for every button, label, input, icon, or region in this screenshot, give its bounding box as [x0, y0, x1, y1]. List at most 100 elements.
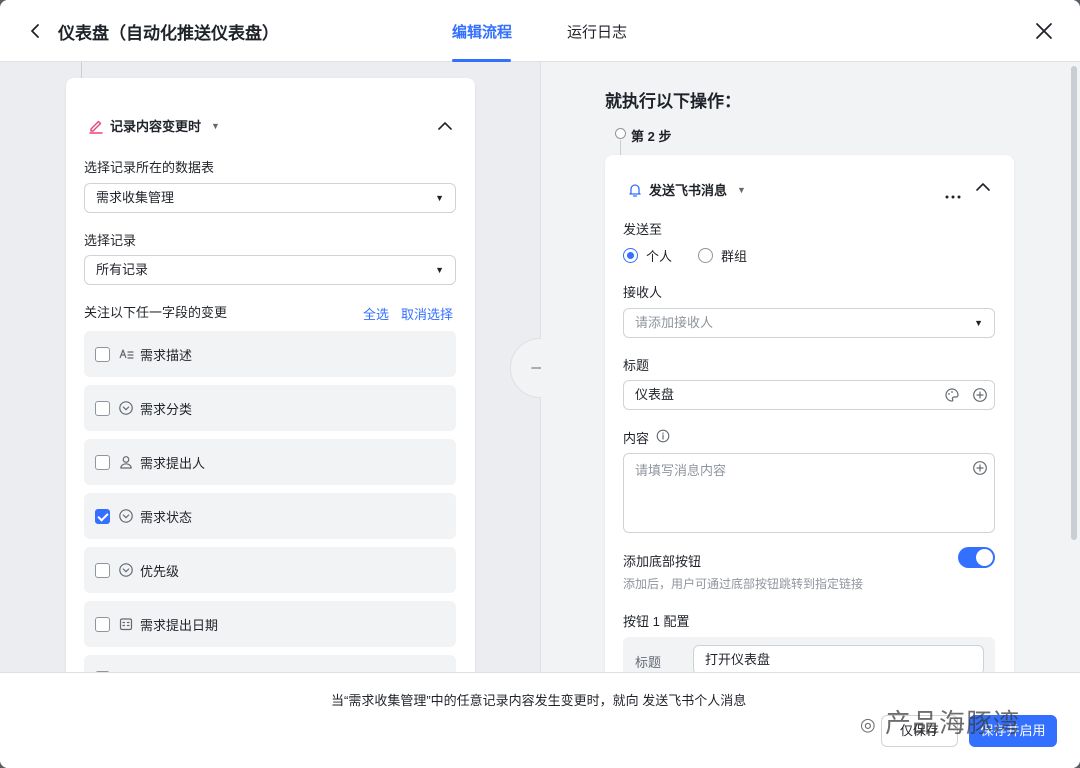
field-name: 需求提出人: [140, 455, 206, 471]
text-field-icon: [118, 346, 134, 362]
collapse-action-button[interactable]: [973, 177, 993, 197]
field-checkbox[interactable]: [95, 508, 110, 524]
trigger-area: 记录内容变更时 ▼ 选择记录所在的数据表 需求收集管理 ▼ 选择记录 所有记录 …: [0, 62, 540, 672]
deselect-link[interactable]: 取消选择: [401, 304, 453, 323]
more-options-button[interactable]: [943, 187, 963, 207]
table-select[interactable]: 需求收集管理 ▼: [84, 183, 456, 213]
title-input[interactable]: 仪表盘: [623, 380, 995, 410]
button-config-label: 按钮 1 配置: [623, 614, 690, 629]
table-label: 选择记录所在的数据表: [84, 160, 215, 175]
person-icon: [118, 454, 134, 470]
button-title-value: 打开仪表盘: [705, 652, 771, 667]
automation-modal: 仪表盘（自动化推送仪表盘） 编辑流程 运行日志 记录内容变更时 ▼ 选择记录所在…: [0, 0, 1080, 768]
single-select-icon: [118, 400, 134, 416]
trigger-name: 记录内容变更时: [110, 119, 202, 134]
trigger-card: 记录内容变更时 ▼ 选择记录所在的数据表 需求收集管理 ▼ 选择记录 所有记录 …: [66, 78, 475, 672]
chevron-up-icon: [976, 183, 990, 191]
content-label: 内容: [623, 431, 650, 446]
flow-summary: 当“需求收集管理”中的任意记录内容发生变更时，就向 发送飞书个人消息: [331, 693, 747, 708]
modal-footer: 当“需求收集管理”中的任意记录内容发生变更时，就向 发送飞书个人消息 仅保存 保…: [0, 672, 1080, 768]
bottom-button-toggle[interactable]: [958, 547, 995, 568]
field-option[interactable]: 需求状态: [84, 493, 456, 539]
field-checkbox[interactable]: [95, 346, 110, 362]
radio-button[interactable]: [623, 248, 638, 263]
field-checkbox[interactable]: [95, 562, 110, 578]
bottom-button-label: 添加底部按钮: [623, 554, 702, 569]
tab-edit-flow[interactable]: 编辑流程: [452, 21, 512, 42]
caret-down-icon: ▼: [974, 318, 983, 328]
field-option[interactable]: 需求提出人: [84, 439, 456, 485]
send-to-label: 发送至: [623, 222, 663, 237]
connector-line: [81, 62, 82, 78]
field-name: 优先级: [140, 563, 180, 579]
recipient-label: 接收人: [623, 285, 663, 300]
button-title-input[interactable]: 打开仪表盘: [693, 645, 984, 672]
back-button[interactable]: [24, 19, 48, 43]
title-label: 标题: [623, 358, 650, 373]
field-option[interactable]: 需求分类: [84, 385, 456, 431]
wechat-logo-icon: ◎: [860, 714, 877, 735]
radio-group-chat[interactable]: 群组: [698, 246, 747, 265]
action-card: 发送飞书消息 ▼ 发送至 个人 群组 接收人 请添加接收人 ▼ 标题 仪表盘 内…: [605, 155, 1014, 672]
radio-label: 群组: [721, 249, 748, 264]
action-name: 发送飞书消息: [649, 183, 728, 198]
recipient-select[interactable]: 请添加接收人 ▼: [623, 308, 995, 338]
radio-label: 个人: [646, 249, 673, 264]
add-variable-icon[interactable]: [972, 460, 988, 476]
bottom-button-hint: 添加后，用户可通过底部按钮跳转到指定链接: [623, 577, 864, 591]
caret-down-icon: ▼: [435, 193, 444, 203]
add-variable-icon[interactable]: [972, 387, 988, 403]
field-checkbox[interactable]: [95, 400, 110, 416]
step-label: 第 2 步: [631, 129, 672, 144]
field-option[interactable]: 优先级: [84, 547, 456, 593]
record-select[interactable]: 所有记录 ▼: [84, 255, 456, 285]
date-icon: [118, 616, 134, 632]
step-marker: [615, 128, 626, 139]
action-section-title: 就执行以下操作：: [605, 92, 741, 111]
chevron-up-icon: [438, 122, 452, 130]
table-select-value: 需求收集管理: [96, 190, 175, 205]
field-option[interactable]: 需求描述: [84, 331, 456, 377]
field-name: 需求状态: [140, 509, 193, 525]
single-select-icon: [118, 508, 134, 524]
save-and-enable-button[interactable]: 保存并启用: [969, 715, 1057, 747]
content-textarea[interactable]: 请填写消息内容: [623, 453, 995, 533]
caret-down-icon: ▼: [435, 265, 444, 275]
more-horizontal-icon: [945, 195, 961, 199]
info-icon[interactable]: [656, 429, 672, 445]
chevron-left-icon: [31, 24, 39, 38]
field-name: 需求分类: [140, 401, 193, 417]
recipient-placeholder: 请添加接收人: [635, 315, 714, 330]
button-config-panel: 标题 打开仪表盘: [623, 637, 995, 672]
title-input-value: 仪表盘: [635, 387, 675, 402]
scrollbar[interactable]: [1071, 66, 1077, 540]
watch-fields-label: 关注以下任一字段的变更: [84, 305, 228, 320]
field-option[interactable]: 预计/实际完成时间: [84, 655, 456, 672]
field-name: 需求提出日期: [140, 617, 219, 633]
send-to-radio-group: 个人 群组: [623, 246, 747, 265]
content-placeholder: 请填写消息内容: [635, 463, 727, 478]
caret-down-icon: ▼: [737, 184, 746, 195]
close-button[interactable]: [1032, 19, 1056, 43]
tab-run-log[interactable]: 运行日志: [567, 21, 627, 42]
edit-record-icon: [89, 120, 103, 134]
single-select-icon: [118, 562, 134, 578]
bell-icon: [629, 183, 641, 197]
field-checkbox[interactable]: [95, 616, 110, 632]
palette-icon[interactable]: [944, 387, 960, 403]
modal-header: 仪表盘（自动化推送仪表盘） 编辑流程 运行日志: [0, 0, 1080, 62]
radio-button[interactable]: [698, 248, 714, 263]
field-name: 需求描述: [140, 347, 193, 363]
field-option[interactable]: 需求提出日期: [84, 601, 456, 647]
radio-person[interactable]: 个人: [623, 246, 672, 265]
trigger-type-selector[interactable]: 记录内容变更时 ▼: [88, 116, 220, 135]
save-only-button[interactable]: 仅保存: [881, 715, 958, 747]
select-all-link[interactable]: 全选: [363, 304, 389, 323]
action-type-selector[interactable]: 发送飞书消息 ▼: [627, 180, 746, 199]
close-icon: [1036, 23, 1052, 39]
collapse-trigger-button[interactable]: [435, 116, 455, 136]
record-label: 选择记录: [84, 233, 137, 248]
flow-editor: 记录内容变更时 ▼ 选择记录所在的数据表 需求收集管理 ▼ 选择记录 所有记录 …: [0, 62, 1080, 672]
button-title-label: 标题: [635, 655, 662, 670]
field-checkbox[interactable]: [95, 454, 110, 470]
